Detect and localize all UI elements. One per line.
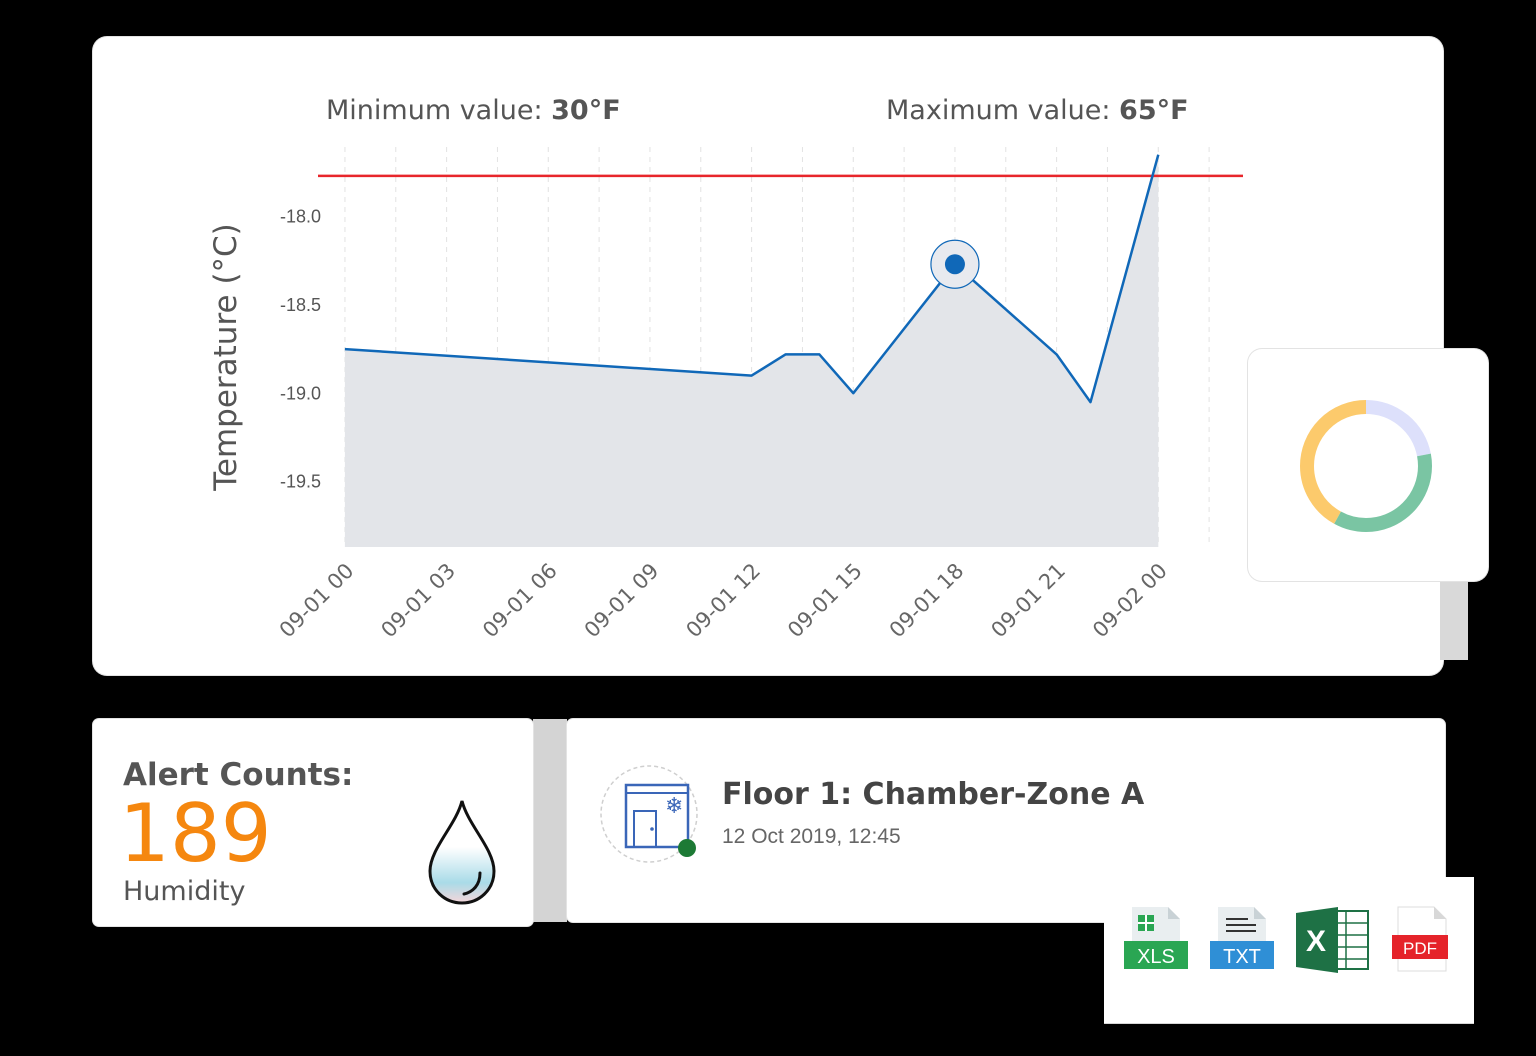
alert-count: 189 — [119, 787, 272, 880]
alert-count-card: Alert Counts: 189 Humidity — [93, 719, 533, 926]
alert-subtitle: Humidity — [123, 876, 246, 907]
pdf-label: PDF — [1403, 939, 1437, 958]
x-tick-label: 09-02 00 — [1088, 559, 1172, 643]
donut-chart-card — [1248, 349, 1488, 581]
x-tick-label: 09-01 15 — [783, 559, 867, 643]
card-gap-strip — [533, 719, 567, 922]
y-tick-label: -19.0 — [280, 383, 321, 403]
zone-timestamp: 12 Oct 2019, 12:45 — [722, 825, 901, 848]
zone-title: Floor 1: Chamber-Zone A — [722, 777, 1145, 812]
pdf-export-icon[interactable]: PDF — [1388, 905, 1458, 975]
excel-export-icon[interactable]: X — [1294, 905, 1370, 975]
y-axis-label: Temperature (°C) — [208, 223, 244, 492]
txt-label: TXT — [1223, 946, 1261, 968]
x-tick-label: 09-01 21 — [986, 559, 1070, 643]
excel-label: X — [1306, 925, 1326, 958]
x-tick-label: 09-01 09 — [580, 559, 664, 643]
xls-label: XLS — [1137, 946, 1175, 968]
txt-export-icon[interactable]: TXT — [1208, 905, 1278, 975]
x-tick-label: 09-01 06 — [478, 559, 562, 643]
svg-text:❄: ❄ — [665, 794, 683, 819]
temperature-chart-card: Minimum value: 30°F Maximum value: 65°F … — [93, 37, 1443, 675]
export-panel: XLS TXT X PDF — [1104, 877, 1474, 1023]
y-tick-label: -19.5 — [280, 472, 321, 492]
card-shadow-strip — [1440, 580, 1468, 660]
highlight-point[interactable] — [944, 254, 965, 275]
cold-storage-icon: ❄ — [600, 765, 698, 863]
x-tick-label: 09-01 12 — [681, 559, 765, 643]
x-tick-label: 09-01 18 — [885, 559, 969, 643]
y-tick-label: -18.5 — [280, 295, 321, 315]
x-tick-label: 09-01 00 — [275, 559, 359, 643]
y-tick-label: -18.0 — [280, 207, 321, 227]
x-tick-label: 09-01 03 — [376, 559, 460, 643]
xls-export-icon[interactable]: XLS — [1122, 905, 1192, 975]
donut-chart — [1300, 400, 1432, 532]
water-drop-icon — [428, 800, 496, 905]
temperature-chart: -18.0-18.5-19.0-19.5 09-01 00 09-01 03 09-… — [208, 147, 1243, 643]
